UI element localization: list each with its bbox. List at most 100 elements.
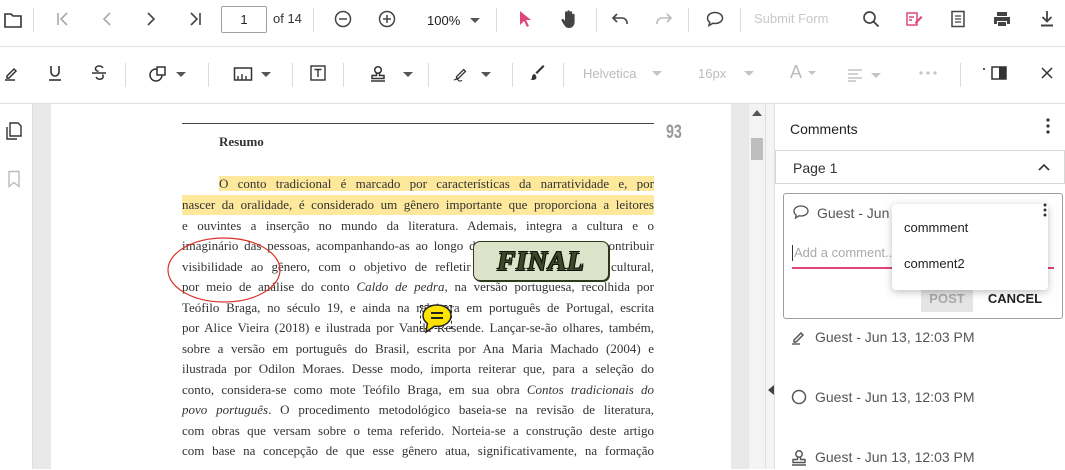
toolbar-separator xyxy=(313,8,314,32)
pan-tool-button[interactable] xyxy=(557,7,581,31)
print-button[interactable] xyxy=(990,7,1014,31)
redo-icon xyxy=(656,13,673,24)
calibrate-tool-dropdown[interactable] xyxy=(233,64,271,84)
stamp-icon xyxy=(792,450,806,466)
redo-button[interactable] xyxy=(652,7,676,31)
form-fields-button[interactable] xyxy=(946,7,970,31)
selection-tool-button[interactable] xyxy=(513,7,537,31)
pdf-page[interactable]: 93 Resumo O conto tradicional é marcado … xyxy=(51,104,731,469)
stamp-text: FINAL xyxy=(497,245,585,276)
circle-icon xyxy=(791,389,807,405)
section-heading: Resumo xyxy=(219,134,264,149)
panel-splitter[interactable] xyxy=(765,104,775,469)
comment-tool-button[interactable] xyxy=(703,7,727,31)
folder-icon xyxy=(4,13,22,28)
toolbar-separator xyxy=(960,63,961,87)
search-icon xyxy=(863,11,880,28)
scrollbar-thumb[interactable] xyxy=(751,138,763,160)
scroll-up-arrow-icon[interactable] xyxy=(752,110,762,116)
ellipse-annotation[interactable] xyxy=(166,236,282,304)
page-number-input[interactable]: 1 xyxy=(221,6,267,33)
download-button[interactable] xyxy=(1035,7,1059,31)
shape-tool-dropdown[interactable] xyxy=(148,64,186,84)
text-line-11: conto, considera-se como mote Teófilo Br… xyxy=(182,382,654,397)
align-left-icon xyxy=(848,69,862,82)
zoom-in-button[interactable] xyxy=(375,7,399,31)
page-thumbnails-button[interactable] xyxy=(3,120,25,142)
menu-item-comment2[interactable]: comment2 xyxy=(892,246,1048,282)
final-stamp[interactable]: FINAL xyxy=(473,241,609,281)
add-comment-placeholder: Add a comment... xyxy=(794,245,896,260)
collapse-arrow-icon[interactable] xyxy=(768,385,774,395)
comments-panel-menu-button[interactable] xyxy=(1038,116,1058,136)
chevron-up-icon[interactable] xyxy=(1038,163,1050,171)
toolbar-separator xyxy=(596,8,597,32)
signature-tool-dropdown[interactable] xyxy=(453,64,491,84)
print-icon xyxy=(994,12,1010,26)
toolbar-separator xyxy=(688,8,689,32)
strikethrough-button[interactable] xyxy=(88,62,110,84)
chevron-down-icon xyxy=(871,72,881,78)
last-page-button[interactable] xyxy=(183,8,207,30)
pages-icon xyxy=(6,122,22,140)
page-group-header[interactable]: Page 1 xyxy=(775,150,1065,184)
zoom-dropdown[interactable]: 100% xyxy=(418,10,484,30)
undo-button[interactable] xyxy=(608,7,632,31)
free-text-button[interactable] xyxy=(307,62,329,84)
text-caret xyxy=(792,245,793,261)
text-align-dropdown[interactable] xyxy=(847,66,885,84)
close-annotation-toolbar-button[interactable] xyxy=(1036,62,1058,84)
toggle-comment-panel-button[interactable] xyxy=(980,62,1010,84)
sticky-note-comment-icon[interactable] xyxy=(420,303,454,335)
toolbar-separator xyxy=(563,63,564,87)
vertical-scrollbar[interactable] xyxy=(748,104,765,469)
font-family-dropdown[interactable]: Helvetica xyxy=(583,66,663,81)
toolbar-separator xyxy=(208,63,209,87)
open-file-button[interactable] xyxy=(2,9,24,31)
font-size-dropdown[interactable]: 16px xyxy=(698,66,758,81)
comment-entry-author: Guest - Jun 13, 12:03 PM xyxy=(815,329,975,345)
bookmarks-button[interactable] xyxy=(3,168,25,190)
first-page-icon xyxy=(57,12,68,26)
search-button[interactable] xyxy=(859,7,883,31)
zoom-out-icon xyxy=(334,10,352,28)
more-properties-button[interactable] xyxy=(917,62,939,84)
navigation-rail xyxy=(0,104,33,469)
toolbar-separator xyxy=(428,63,429,87)
text-line-1: O conto tradicional é marcado por caract… xyxy=(219,176,654,191)
text-line-13: com obras que versam sobre o tema referi… xyxy=(182,423,654,438)
comments-panel: Comments Page 1 Guest - Jun 1 Add a comm… xyxy=(775,104,1065,469)
first-page-button[interactable] xyxy=(51,8,75,30)
zoom-in-icon xyxy=(378,10,396,28)
zoom-out-button[interactable] xyxy=(331,7,355,31)
underline-button[interactable] xyxy=(44,62,66,84)
annotation-edit-button[interactable] xyxy=(902,7,926,31)
text-line-8: por Alice Vieira (2018) e ilustrada por … xyxy=(182,320,654,335)
next-page-button[interactable] xyxy=(139,8,163,30)
comment-entry[interactable]: Guest - Jun 13, 12:03 PM xyxy=(783,386,1063,426)
font-color-dropdown[interactable]: A xyxy=(790,62,822,83)
menu-item-commment[interactable]: commment xyxy=(892,210,1048,246)
signature-pen-icon xyxy=(453,68,467,82)
chevron-right-icon xyxy=(147,12,156,26)
font-size-value: 16px xyxy=(698,66,727,81)
comment-card-menu-icon[interactable] xyxy=(1043,203,1047,217)
font-family-value: Helvetica xyxy=(583,66,637,81)
toolbar-separator xyxy=(740,8,741,32)
toolbar-separator xyxy=(33,8,34,32)
comment-entry-author: Guest - Jun 13, 12:03 PM xyxy=(815,389,975,405)
comment-entry[interactable]: Guest - Jun 13, 12:03 PM xyxy=(783,324,1063,364)
comment-entry[interactable]: Guest - Jun 13, 12:03 PM xyxy=(783,446,1063,470)
submit-form-button[interactable]: Submit Form xyxy=(754,11,828,26)
previous-page-button[interactable] xyxy=(95,8,119,30)
stamp-icon xyxy=(371,65,385,82)
comment-bubble-icon xyxy=(706,11,724,27)
page-rule xyxy=(182,123,654,124)
text-line-10: ilustrada por Odilon Moraes. Desse modo,… xyxy=(182,361,654,376)
highlight-button[interactable] xyxy=(1,62,23,84)
chevron-down-icon xyxy=(261,71,271,77)
ink-button[interactable] xyxy=(527,62,549,84)
page-count-label: of 14 xyxy=(273,11,302,26)
stamp-tool-dropdown[interactable] xyxy=(369,64,415,84)
document-viewer[interactable]: 93 Resumo O conto tradicional é marcado … xyxy=(33,104,748,469)
